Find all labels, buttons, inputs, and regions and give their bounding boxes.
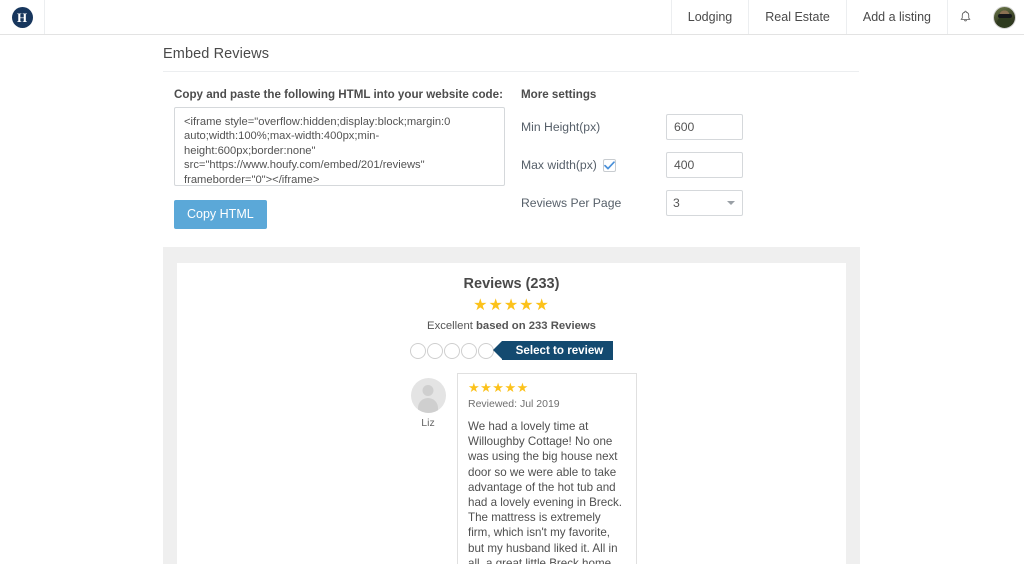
reviews-heading: Reviews (233) (463, 276, 560, 292)
reviews-per-page-row: Reviews Per Page 3 (521, 189, 859, 217)
embed-reviews-section: Embed Reviews Copy and paste the followi… (163, 35, 859, 229)
rating-circle-1[interactable] (409, 342, 426, 359)
rating-basis: based on 233 Reviews (476, 320, 596, 332)
nav-item-add-a-listing[interactable]: Add a listing (845, 0, 947, 34)
select-to-review-badge[interactable]: Select to review (492, 341, 614, 360)
embed-code-label: Copy and paste the following HTML into y… (174, 88, 503, 101)
nav-item-real-estate[interactable]: Real Estate (748, 0, 846, 34)
page-body: Embed Reviews Copy and paste the followi… (0, 35, 1024, 564)
max-width-label-group: Max width(px) (521, 158, 666, 172)
reviews-per-page-label: Reviews Per Page (521, 196, 622, 210)
logo-h-icon: H (11, 6, 33, 28)
review-stars: ★★★★★ (468, 380, 529, 395)
reviews-preview-card: Reviews (233) ★★★★★ Excellent based on 2… (177, 263, 846, 564)
rating-circle-5[interactable] (477, 342, 494, 359)
rating-circle-2[interactable] (426, 342, 443, 359)
max-width-row: Max width(px) (521, 151, 859, 179)
page-title: Embed Reviews (163, 35, 859, 72)
top-navigation-bar: H Lodging Real Estate Add a listing (0, 0, 1024, 35)
review-text: We had a lovely time at Willoughby Cotta… (468, 420, 623, 564)
select-to-review-row: Select to review (177, 341, 846, 360)
reviews-per-page-select[interactable]: 3 (666, 190, 743, 216)
min-height-input[interactable] (666, 114, 743, 140)
avatar (993, 5, 1016, 29)
review-date: Reviewed: Jul 2019 (468, 398, 560, 410)
rating-summary: Excellent based on 233 Reviews (177, 320, 846, 332)
settings-columns: Copy and paste the following HTML into y… (163, 72, 859, 229)
check-icon (604, 160, 615, 169)
more-settings-column: More settings Min Height(px) Max width(p… (515, 88, 859, 229)
rating-word: Excellent (427, 320, 473, 332)
rating-circle-4[interactable] (460, 342, 477, 359)
nav-item-lodging[interactable]: Lodging (670, 0, 749, 34)
review-card: ★★★★★ Reviewed: Jul 2019 We had a lovely… (457, 373, 637, 564)
review-author-name: Liz (421, 417, 435, 429)
rating-selector[interactable] (409, 342, 494, 359)
embed-code-column: Copy and paste the following HTML into y… (163, 88, 515, 229)
review-author: Liz (407, 373, 449, 564)
min-height-label: Min Height(px) (521, 120, 601, 134)
reviews-preview-container: Reviews (233) ★★★★★ Excellent based on 2… (163, 247, 860, 564)
copy-html-button[interactable]: Copy HTML (174, 200, 267, 229)
user-avatar-button[interactable] (983, 0, 1024, 34)
bell-icon (960, 10, 971, 22)
overall-rating-stars: ★★★★★ (473, 297, 550, 314)
site-logo[interactable]: H (0, 0, 45, 34)
min-height-row: Min Height(px) (521, 113, 859, 141)
max-width-input[interactable] (666, 152, 743, 178)
max-width-label: Max width(px) (521, 158, 597, 172)
more-settings-title: More settings (521, 88, 597, 101)
notifications-button[interactable] (947, 0, 983, 34)
person-avatar-icon (410, 378, 446, 413)
reviews-per-page-select-wrap: 3 (666, 190, 743, 216)
review-item: Liz ★★★★★ Reviewed: Jul 2019 We had a lo… (177, 373, 846, 564)
rating-circle-3[interactable] (443, 342, 460, 359)
max-width-checkbox[interactable] (602, 158, 616, 172)
embed-code-textarea[interactable]: <iframe style="overflow:hidden;display:b… (174, 107, 505, 186)
